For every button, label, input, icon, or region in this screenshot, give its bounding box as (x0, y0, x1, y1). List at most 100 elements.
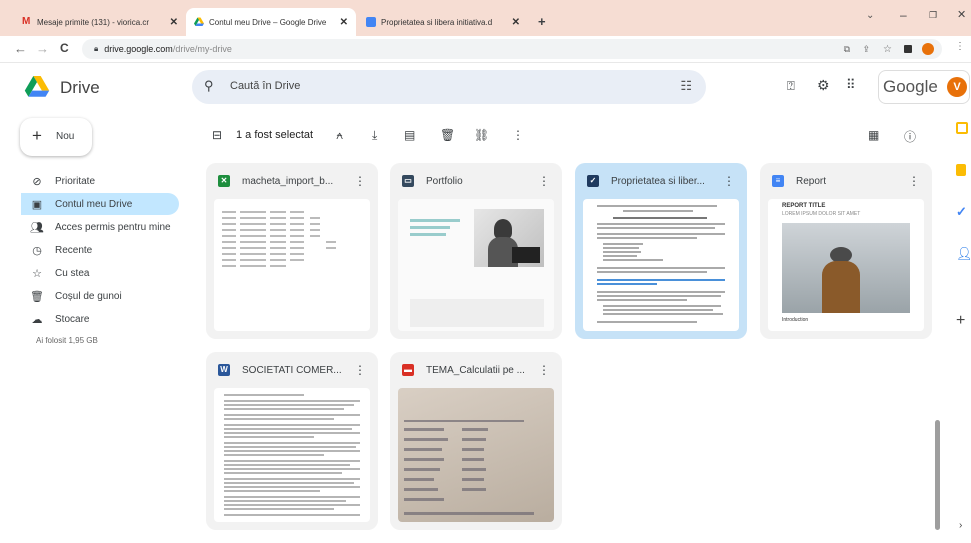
trash-icon: 🗑︎ (30, 290, 44, 303)
priority-icon: ⊘ (32, 175, 42, 188)
person-jacket (822, 261, 860, 313)
url-bar[interactable]: 🔒︎ drive.google.com /drive/my-drive ⧉ ⇪ … (82, 39, 942, 59)
list-view-icon[interactable]: ▦ (868, 128, 879, 142)
pdf-icon: ▬ (402, 364, 414, 376)
browser-menu-icon[interactable]: ⋮ (955, 41, 965, 52)
keep-icon[interactable] (956, 164, 966, 176)
minimize-button[interactable]: – (900, 8, 907, 22)
share-person-icon[interactable]: ⍲ (336, 128, 343, 143)
forward-icon[interactable]: → (36, 41, 49, 56)
info-icon[interactable]: ⓘ (904, 128, 916, 145)
close-tab-icon[interactable]: ✕ (512, 17, 520, 28)
browser-tab-bar: M Mesaje primite (131) - viorica.cr ✕ Co… (0, 0, 971, 36)
expand-panel-icon[interactable]: › (959, 520, 962, 531)
new-button[interactable]: + Nou (20, 118, 92, 156)
bookmark-star-icon[interactable]: ☆ (883, 44, 892, 55)
gmail-icon: M (22, 16, 31, 27)
selection-count: 1 a fost selectat (236, 129, 314, 141)
sheets-icon: ✕ (218, 175, 230, 187)
checkbox-checked-icon[interactable]: ✓ (587, 175, 599, 187)
more-icon[interactable]: ⋮ (354, 363, 366, 377)
browser-tab-drive[interactable]: Contul meu Drive – Google Drive ✕ (186, 8, 356, 36)
sidebar-item-shared[interactable]: 👥︎ Acces permis pentru mine (21, 216, 179, 238)
spreadsheet-preview (222, 211, 336, 267)
calendar-icon[interactable] (956, 122, 968, 134)
search-options-icon[interactable]: ☷ (680, 78, 692, 94)
file-card-selected[interactable]: ✓ Proprietatea si liber... ⋮ (575, 163, 747, 339)
report-intro: Introduction (782, 317, 809, 323)
copy-link-icon[interactable]: ⛓︎ (474, 128, 489, 142)
file-card[interactable]: W SOCIETATI COMER... ⋮ (206, 352, 378, 530)
clear-selection-icon[interactable]: ⊟ (212, 128, 222, 142)
storage-used: Ai folosit 1,95 GB (36, 336, 98, 345)
move-folder-icon[interactable]: ▤ (404, 128, 415, 142)
sidebar-item-storage[interactable]: ☁︎ Stocare (21, 308, 179, 330)
cloud-icon: ☁︎ (31, 313, 43, 326)
word-icon: W (218, 364, 230, 376)
account-chip[interactable]: Google V (878, 70, 970, 104)
file-thumbnail: REPORT TITLE LOREM IPSUM DOLOR SIT AMET … (768, 199, 924, 331)
share-icon[interactable]: ⇪ (862, 44, 870, 55)
apps-grid-icon[interactable]: ⠿ (846, 77, 856, 93)
download-icon[interactable]: ⤓ (372, 128, 377, 143)
clock-icon: ◷ (32, 244, 42, 257)
close-window-button[interactable]: ✕ (957, 8, 966, 21)
help-icon[interactable]: ⍰ (787, 78, 795, 94)
shared-people-icon: 👥︎ (30, 221, 44, 234)
file-card[interactable]: ✕ macheta_import_b... ⋮ (206, 163, 378, 339)
slides-icon: ▭ (402, 175, 414, 187)
settings-gear-icon[interactable]: ⚙ (817, 77, 830, 94)
more-icon[interactable]: ⋮ (538, 363, 550, 377)
avatar[interactable]: V (947, 77, 967, 97)
drive-icon (194, 17, 204, 26)
laptop (512, 247, 540, 263)
more-icon[interactable]: ⋮ (908, 174, 920, 188)
plus-icon: + (32, 126, 42, 145)
file-thumbnail (214, 199, 370, 331)
sidebar-item-trash[interactable]: 🗑︎ Coșul de gunoi (21, 285, 179, 307)
more-icon[interactable]: ⋮ (723, 174, 735, 188)
file-card[interactable]: ▭ Portfolio ⋮ (390, 163, 562, 339)
more-icon[interactable]: ⋮ (354, 174, 366, 188)
profile-icon[interactable] (922, 43, 934, 55)
sidebar-item-starred[interactable]: ☆ Cu stea (21, 262, 179, 284)
sidepanel-icon[interactable] (904, 45, 912, 53)
search-bar[interactable]: ⚲ Caută în Drive ☷ (192, 70, 706, 104)
docs-icon: ≡ (772, 175, 784, 187)
report-photo (782, 223, 910, 313)
report-subtitle: LOREM IPSUM DOLOR SIT AMET (782, 211, 861, 217)
add-addon-icon[interactable]: + (956, 312, 965, 330)
close-tab-icon[interactable]: ✕ (170, 17, 178, 28)
new-tab-button[interactable]: + (538, 14, 546, 29)
tasks-icon[interactable]: ✓ (956, 204, 967, 220)
lens-icon[interactable]: ⧉ (844, 44, 850, 55)
sidebar-item-my-drive[interactable]: ▣ Contul meu Drive (21, 193, 179, 215)
more-icon[interactable]: ⋮ (538, 174, 550, 188)
file-name: macheta_import_b... (242, 175, 334, 187)
delete-icon[interactable]: 🗑︎ (440, 128, 455, 142)
reload-icon[interactable]: C (60, 41, 69, 55)
lock-icon: 🔒︎ (94, 44, 99, 53)
back-icon[interactable]: ← (14, 41, 27, 56)
sidebar-item-priority[interactable]: ⊘ Prioritate (21, 170, 179, 192)
file-card[interactable]: ≡ Report ⋮ REPORT TITLE LOREM IPSUM DOLOR … (760, 163, 932, 339)
browser-tab-doc[interactable]: Proprietatea si libera initiativa.d ✕ (358, 8, 528, 36)
close-tab-icon[interactable]: ✕ (340, 17, 348, 28)
file-name: SOCIETATI COMER... (242, 364, 342, 376)
file-card[interactable]: ▬ TEMA_Calculatii pe ... ⋮ (390, 352, 562, 530)
more-actions-icon[interactable]: ⋮ (512, 128, 524, 142)
sidebar-item-recent[interactable]: ◷ Recente (21, 239, 179, 261)
file-thumbnail (398, 199, 554, 331)
maximize-button[interactable]: ❐ (929, 10, 937, 21)
file-name: Proprietatea si liber... (611, 175, 705, 187)
address-row: ← → C 🔒︎ drive.google.com /drive/my-driv… (0, 36, 971, 63)
star-icon: ☆ (32, 267, 42, 280)
tab-search-icon[interactable]: ⌄ (866, 10, 874, 21)
file-name: Portfolio (426, 175, 463, 187)
scrollbar-thumb[interactable] (935, 420, 940, 530)
contacts-icon[interactable]: 👤︎ (956, 246, 971, 262)
file-thumbnail (583, 199, 739, 331)
file-thumbnail (398, 388, 554, 522)
browser-tab-gmail[interactable]: M Mesaje primite (131) - viorica.cr ✕ (14, 8, 186, 36)
file-name: Report (796, 175, 827, 187)
